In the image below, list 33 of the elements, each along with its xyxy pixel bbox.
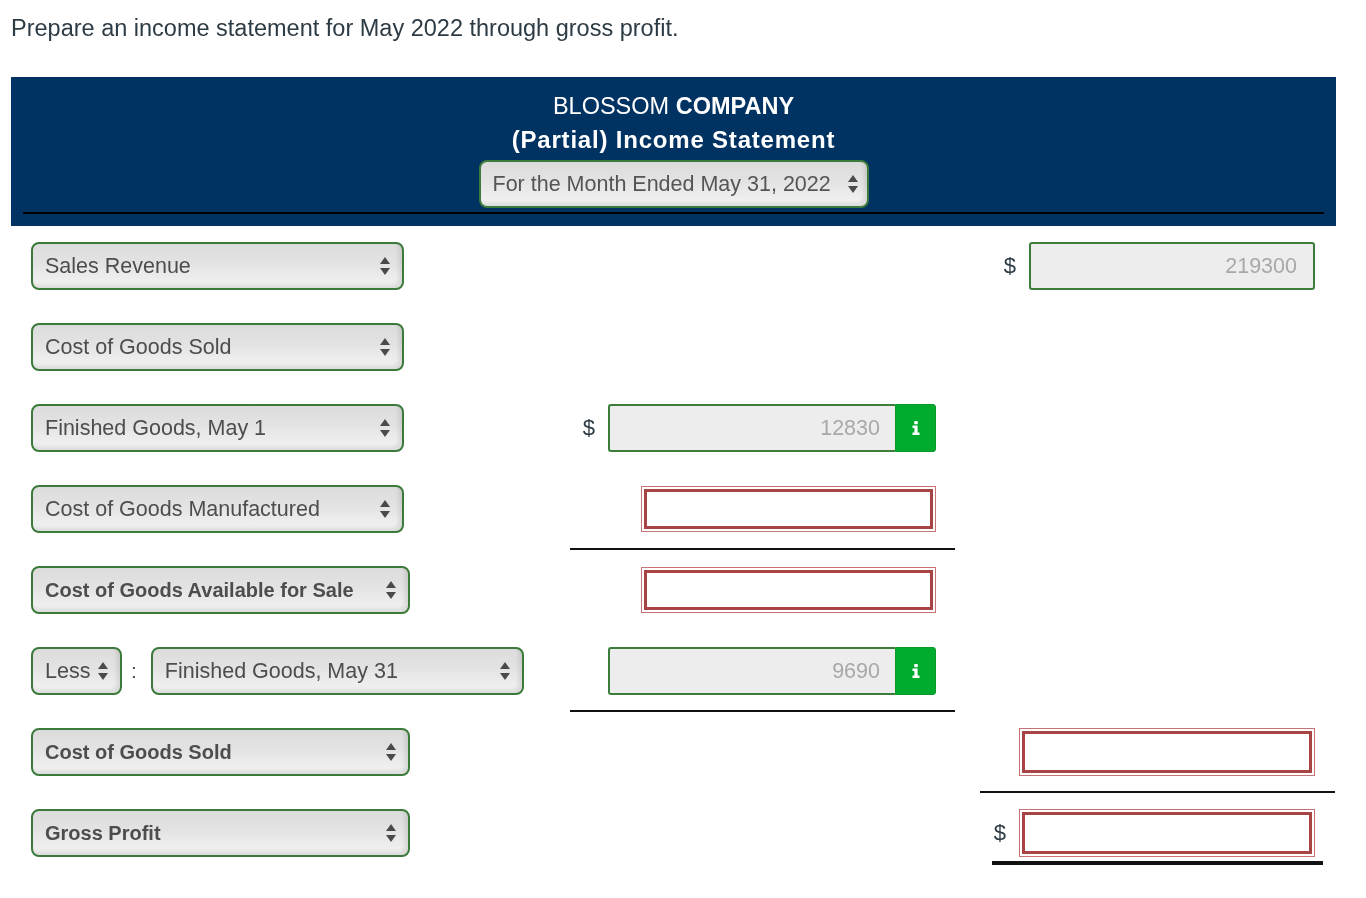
updown-arrows-icon [499,662,510,680]
updown-arrows-icon [386,743,396,761]
amount-field[interactable] [641,486,936,532]
account-dropdown[interactable]: Gross Profit [31,809,410,857]
account-dropdown[interactable]: Cost of Goods Manufactured [31,485,404,533]
updown-arrows-icon [380,338,390,356]
amount-field[interactable] [641,567,936,613]
account-dropdown[interactable]: Finished Goods, May 31 [150,647,524,695]
updown-arrows-icon [386,581,396,599]
instruction-text: Prepare an income statement for May 2022 through gross profit. [10,14,680,41]
account-dropdown[interactable]: Cost of Goods Available for Sale [31,566,410,614]
updown-arrows-icon [380,500,390,518]
updown-arrows-icon [98,662,108,680]
dollar-sign: $ [1003,253,1016,279]
amount-field[interactable] [1019,809,1315,857]
account-dropdown[interactable]: Finished Goods, May 1 [31,404,404,452]
updown-arrows-icon [380,419,390,437]
account-dropdown[interactable]: Cost of Goods Sold [31,323,404,371]
dollar-sign: $ [993,820,1006,846]
operator-dropdown[interactable]: Less [31,647,122,695]
info-icon [911,664,920,678]
separator-colon: : [131,659,137,683]
account-dropdown[interactable]: Sales Revenue [31,242,404,290]
updown-arrows-icon [847,175,858,193]
period-dropdown[interactable]: For the Month Ended May 31, 2022 [478,160,869,208]
company-name: BLOSSOM COMPANY [552,92,795,121]
updown-arrows-icon [386,824,396,842]
updown-arrows-icon [380,257,390,275]
amount-field[interactable] [1019,728,1315,776]
statement-title: (Partial) Income Statement [511,125,836,155]
account-dropdown[interactable]: Cost of Goods Sold [31,728,410,776]
info-icon [911,421,920,435]
dollar-sign: $ [582,415,595,441]
